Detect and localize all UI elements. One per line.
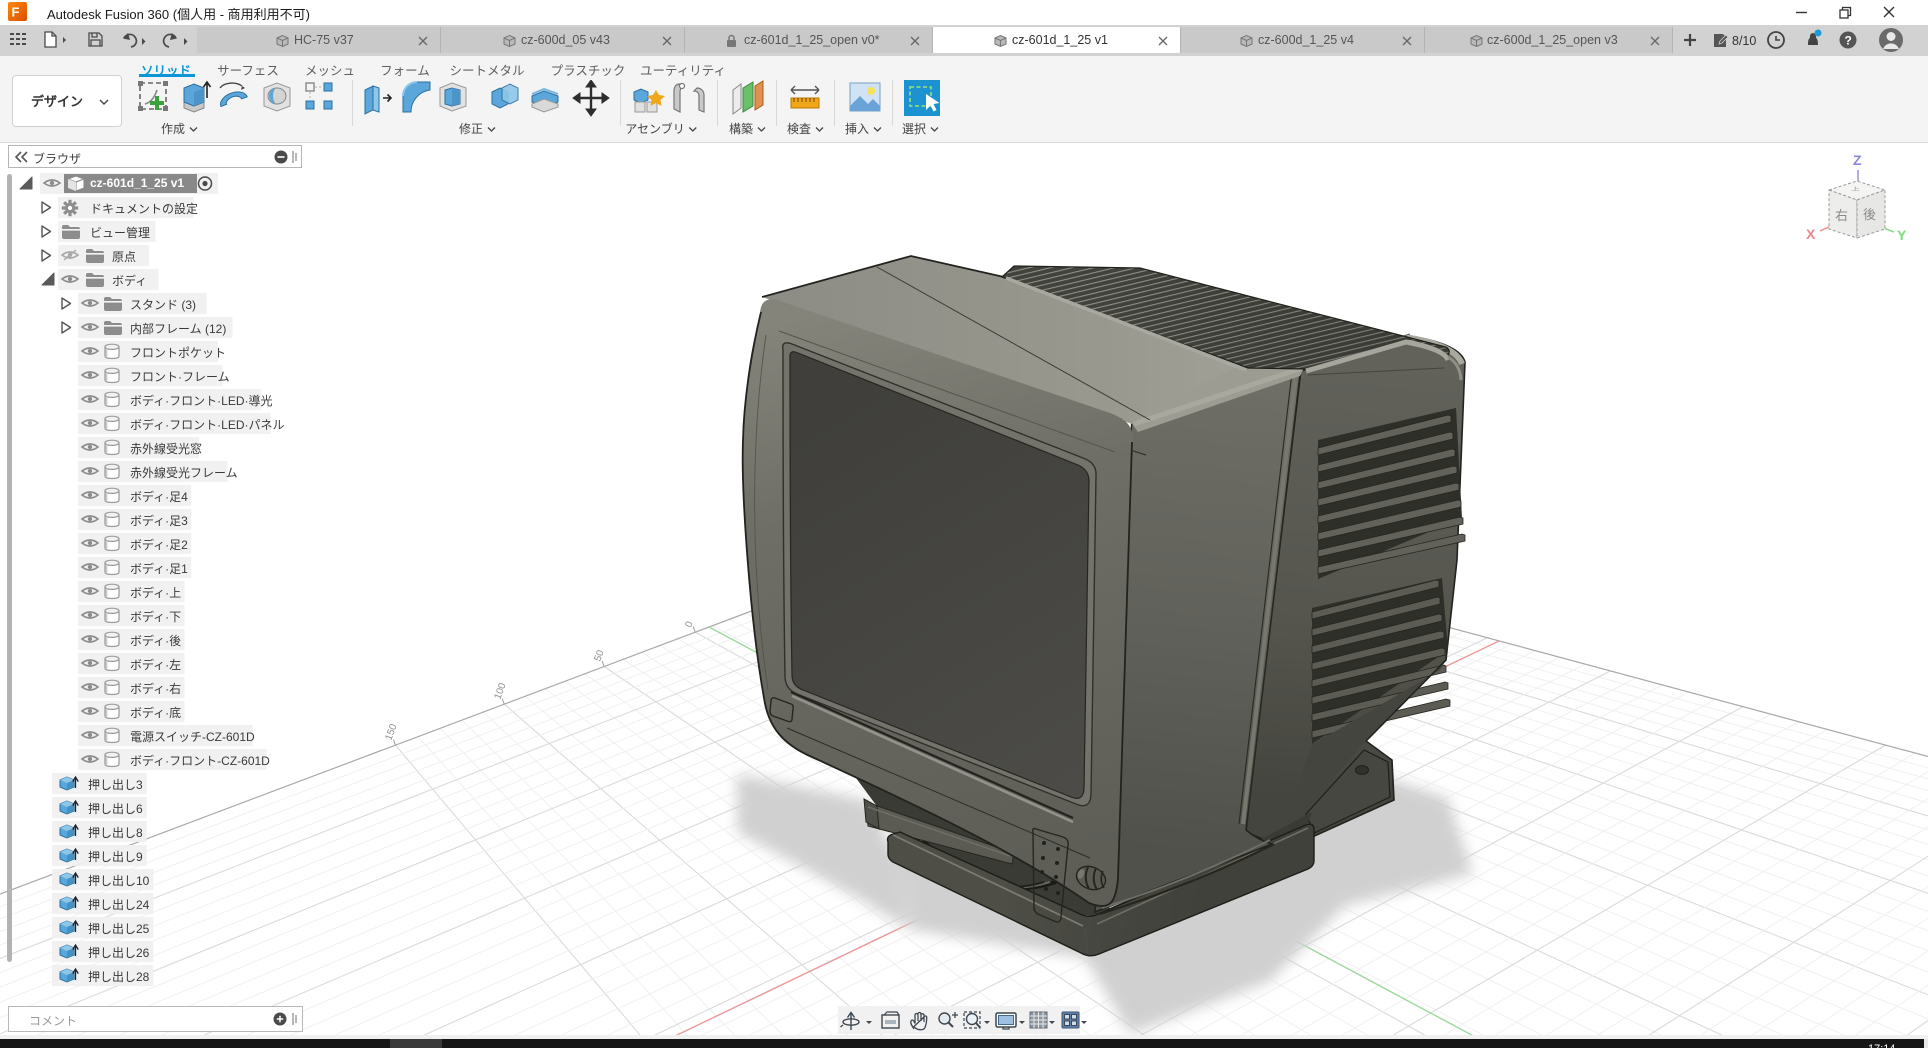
svg-text:50: 50 <box>593 648 607 663</box>
svg-text:0: 0 <box>684 620 696 629</box>
svg-text:?: ? <box>1845 34 1852 48</box>
svg-text:100: 100 <box>493 681 509 701</box>
svg-text:X: X <box>1806 226 1816 242</box>
svg-text:Y: Y <box>1897 227 1907 243</box>
svg-text:上: 上 <box>1851 186 1860 192</box>
svg-text:後: 後 <box>1863 207 1876 222</box>
svg-text:Z: Z <box>1853 152 1862 168</box>
svg-text:8/10: 8/10 <box>1732 34 1756 48</box>
svg-text:右: 右 <box>1835 208 1848 223</box>
svg-text:150: 150 <box>384 722 400 742</box>
